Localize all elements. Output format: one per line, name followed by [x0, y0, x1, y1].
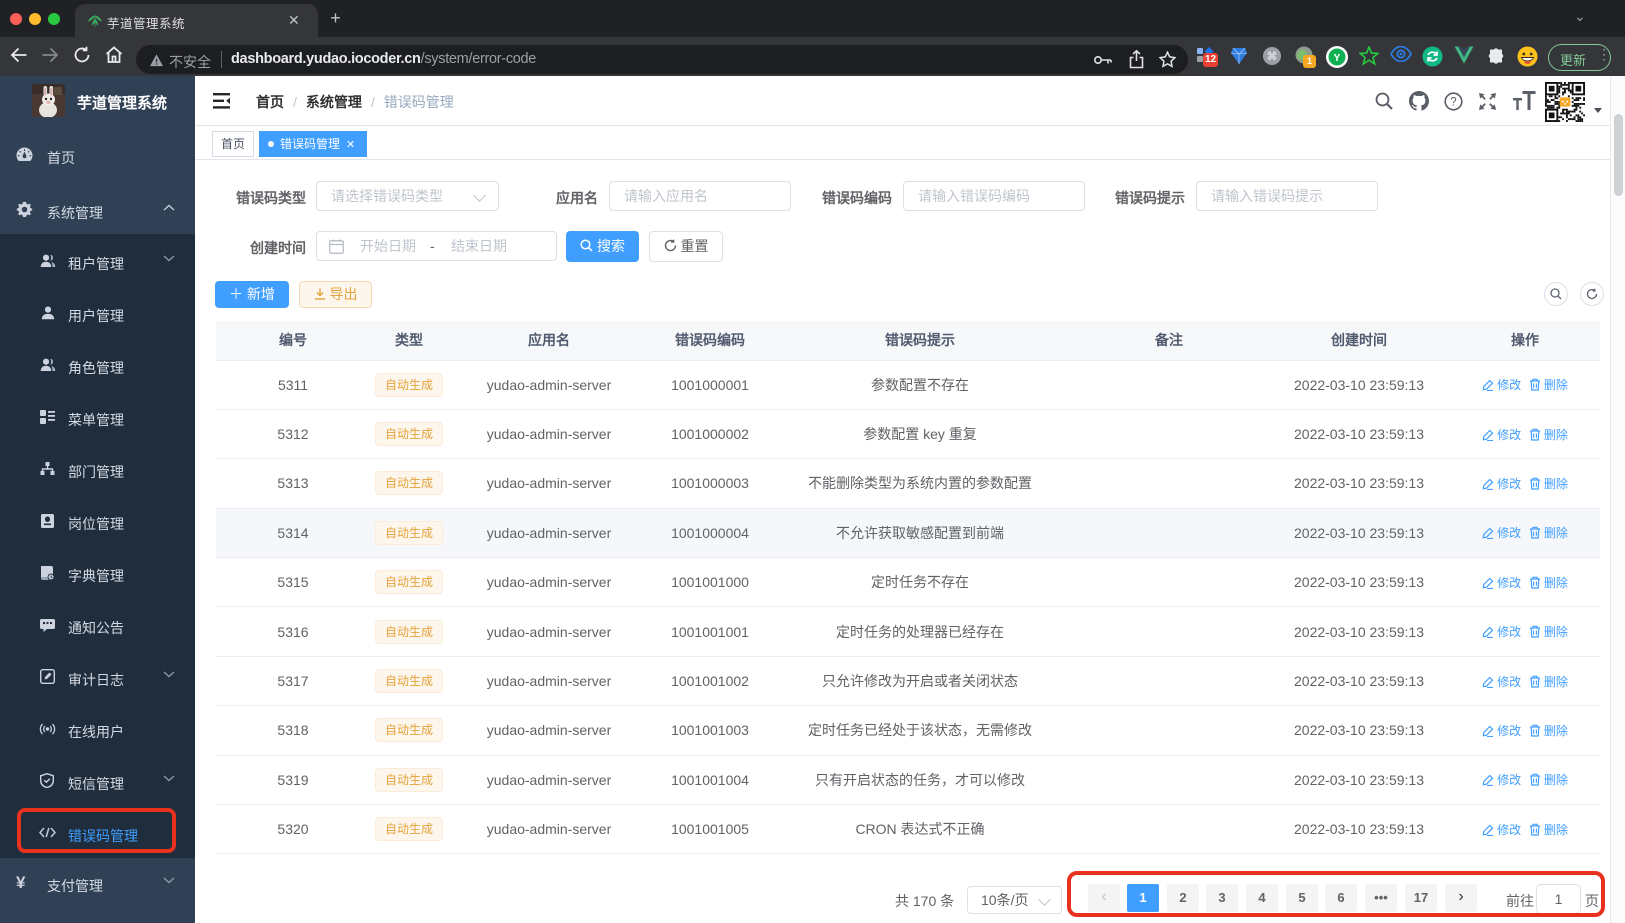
svg-text:⌘: ⌘	[1267, 51, 1278, 63]
svg-text:?: ?	[1450, 97, 1456, 109]
svg-text:Y: Y	[1334, 53, 1341, 64]
